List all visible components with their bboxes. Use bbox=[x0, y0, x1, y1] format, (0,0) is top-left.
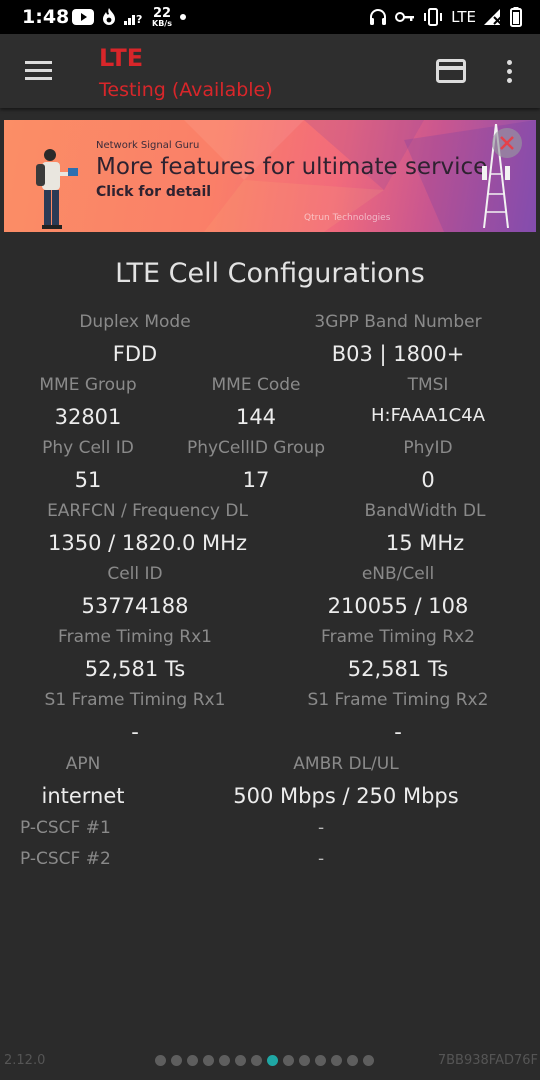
earfcn-label: EARFCN / Frequency DL bbox=[47, 501, 248, 521]
key-icon bbox=[395, 12, 415, 22]
close-icon bbox=[500, 136, 514, 150]
app-title: LTE bbox=[99, 44, 144, 72]
banner-headline: More features for ultimate service bbox=[96, 154, 488, 180]
duplex-mode-value: FDD bbox=[112, 342, 158, 366]
battery-icon bbox=[510, 7, 522, 27]
device-id-label: 7BB938FAD76F bbox=[437, 1053, 538, 1068]
status-bar: 1:48 ? 22 KB/s LTE bbox=[0, 0, 540, 34]
status-time: 1:48 bbox=[22, 6, 70, 28]
pcscf2-value: - bbox=[318, 849, 325, 869]
cell-id-label: Cell ID bbox=[107, 564, 163, 584]
fire-icon bbox=[103, 8, 115, 25]
netspeed-value: 22 bbox=[152, 5, 172, 21]
page-dot[interactable] bbox=[203, 1055, 214, 1066]
section-title: LTE Cell Configurations bbox=[115, 258, 425, 289]
earfcn-value: 1350 / 1820.0 MHz bbox=[48, 531, 247, 555]
apn-value: internet bbox=[41, 784, 125, 808]
s1-frame-timing-rx1-label: S1 Frame Timing Rx1 bbox=[44, 690, 226, 710]
page-dot[interactable] bbox=[155, 1055, 166, 1066]
duplex-mode-label: Duplex Mode bbox=[79, 312, 191, 332]
apn-label: APN bbox=[65, 754, 101, 774]
pcscf1-label: P-CSCF #1 bbox=[20, 818, 111, 838]
phycellid-group-value: 17 bbox=[242, 468, 270, 492]
tmsi-label: TMSI bbox=[407, 375, 449, 395]
banner-brand: Network Signal Guru bbox=[96, 140, 200, 151]
page-indicator[interactable] bbox=[155, 1055, 374, 1066]
netspeed-unit: KB/s bbox=[152, 18, 172, 28]
banner-footer: Qtrun Technologies bbox=[304, 213, 391, 223]
page-dot[interactable] bbox=[235, 1055, 246, 1066]
page-dot[interactable] bbox=[171, 1055, 182, 1066]
headset-icon bbox=[370, 9, 387, 25]
phyid-value: 0 bbox=[421, 468, 435, 492]
signal-question-icon: ? bbox=[124, 13, 142, 25]
page-dot[interactable] bbox=[315, 1055, 326, 1066]
app-subtitle: Testing (Available) bbox=[99, 79, 273, 101]
phycellid-group-label: PhyCellID Group bbox=[186, 438, 326, 458]
s1-frame-timing-rx2-label: S1 Frame Timing Rx2 bbox=[307, 690, 489, 710]
cell-id-value: 53774188 bbox=[81, 594, 189, 618]
app-bar: LTE Testing (Available) bbox=[0, 34, 540, 108]
mme-group-label: MME Group bbox=[39, 375, 137, 395]
bandwidth-dl-value: 15 MHz bbox=[385, 531, 465, 555]
netspeed-indicator: 22 KB/s bbox=[152, 7, 172, 28]
ad-banner[interactable]: Network Signal Guru More features for ul… bbox=[4, 120, 536, 232]
frame-timing-rx1-value: 52,581 Ts bbox=[84, 657, 186, 681]
banner-cta[interactable]: Click for detail bbox=[96, 184, 211, 200]
mme-code-value: 144 bbox=[235, 405, 277, 429]
phy-cell-id-value: 51 bbox=[74, 468, 102, 492]
page-dot[interactable] bbox=[219, 1055, 230, 1066]
overflow-menu-icon[interactable] bbox=[501, 58, 519, 86]
page-dot-active[interactable] bbox=[267, 1055, 278, 1066]
enb-cell-label: eNB/Cell bbox=[361, 564, 435, 584]
tmsi-value: H:FAAA1C4A bbox=[370, 405, 486, 426]
page-dot[interactable] bbox=[299, 1055, 310, 1066]
page-dot[interactable] bbox=[363, 1055, 374, 1066]
page-dot[interactable] bbox=[331, 1055, 342, 1066]
ambr-value: 500 Mbps / 250 Mbps bbox=[233, 784, 459, 808]
page-dot[interactable] bbox=[251, 1055, 262, 1066]
lte-signal-icon bbox=[484, 9, 502, 25]
pcscf1-value: - bbox=[318, 818, 325, 838]
bandwidth-dl-label: BandWidth DL bbox=[364, 501, 486, 521]
page-dot[interactable] bbox=[187, 1055, 198, 1066]
s1-frame-timing-rx1-value: - bbox=[131, 720, 139, 744]
frame-timing-rx2-label: Frame Timing Rx2 bbox=[321, 627, 475, 647]
phyid-label: PhyID bbox=[403, 438, 453, 458]
frame-timing-rx1-label: Frame Timing Rx1 bbox=[58, 627, 212, 647]
pcscf2-label: P-CSCF #2 bbox=[20, 849, 111, 869]
close-ad-button[interactable] bbox=[492, 128, 522, 158]
notification-dot bbox=[179, 14, 186, 20]
menu-icon[interactable] bbox=[25, 61, 52, 81]
vibrate-icon bbox=[424, 8, 443, 26]
person-illustration bbox=[36, 149, 78, 229]
page-dot[interactable] bbox=[283, 1055, 294, 1066]
ambr-label: AMBR DL/UL bbox=[293, 754, 399, 774]
version-label: 2.12.0 bbox=[4, 1053, 46, 1068]
phy-cell-id-label: Phy Cell ID bbox=[42, 438, 134, 458]
mme-code-label: MME Code bbox=[211, 375, 301, 395]
frame-timing-rx2-value: 52,581 Ts bbox=[347, 657, 449, 681]
svg-text:?: ? bbox=[136, 13, 142, 25]
enb-cell-value: 210055 / 108 bbox=[327, 594, 469, 618]
mme-group-value: 32801 bbox=[54, 405, 122, 429]
band-number-value: B03 | 1800+ bbox=[331, 342, 465, 366]
s1-frame-timing-rx2-value: - bbox=[394, 720, 402, 744]
band-number-label: 3GPP Band Number bbox=[314, 312, 482, 332]
page-dot[interactable] bbox=[347, 1055, 358, 1066]
network-type: LTE bbox=[451, 8, 476, 26]
youtube-icon bbox=[72, 9, 94, 25]
sim-card-icon[interactable] bbox=[436, 59, 466, 83]
